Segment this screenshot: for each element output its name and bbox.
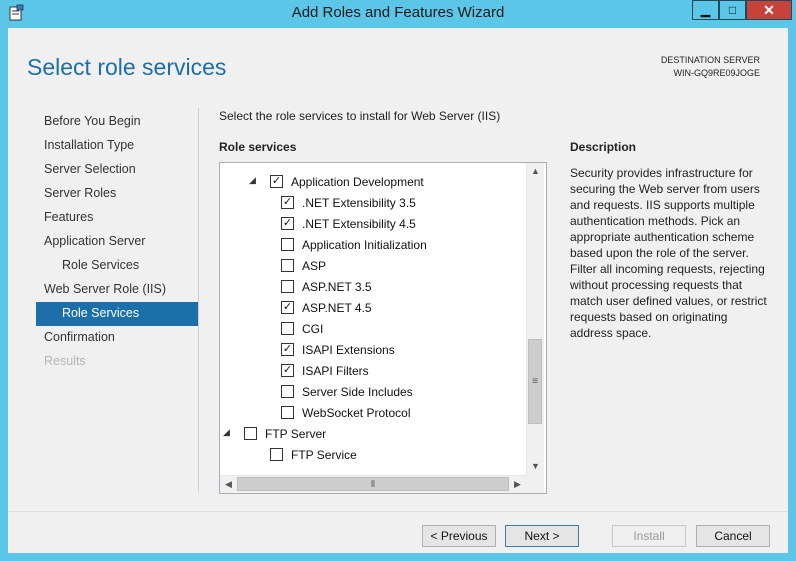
tree-item-checkbox[interactable] [244, 427, 257, 440]
nav-item-web-role-services[interactable]: Role Services [36, 302, 198, 326]
tree-item-checkbox[interactable]: ✓ [281, 217, 294, 230]
destination-server-name: WIN-GQ9RE09JOGE [673, 68, 760, 78]
destination-server-info: DESTINATION SERVER WIN-GQ9RE09JOGE [661, 54, 760, 80]
tree-item[interactable]: ◢ ✓ Application Development [249, 171, 424, 192]
tree-item-label: CGI [302, 321, 324, 336]
scroll-corner [526, 475, 544, 493]
tree-item-checkbox[interactable]: ✓ [281, 196, 294, 209]
tree-item[interactable]: Application Initialization [281, 234, 427, 255]
tree-item-label: Application Initialization [302, 237, 427, 252]
tree-item[interactable]: ✓ ISAPI Filters [281, 360, 369, 381]
previous-button[interactable]: < Previous [422, 525, 496, 547]
nav-item-installation-type[interactable]: Installation Type [36, 134, 198, 158]
install-button: Install [612, 525, 686, 547]
tree-item-label: ISAPI Filters [302, 363, 369, 378]
tree-item-checkbox[interactable]: ✓ [281, 343, 294, 356]
scroll-right-icon[interactable]: ▶ [509, 476, 526, 493]
tree-item-label: ASP.NET 3.5 [302, 279, 372, 294]
nav-item-before-you-begin[interactable]: Before You Begin [36, 110, 198, 134]
vertical-scrollbar[interactable]: ▲ ≡ ▼ [526, 163, 544, 475]
tree-item-checkbox[interactable] [281, 238, 294, 251]
horizontal-scroll-thumb[interactable]: ⦀ [237, 477, 509, 491]
page-title: Select role services [27, 54, 227, 80]
nav-item-web-server-role[interactable]: Web Server Role (IIS) [36, 278, 198, 302]
tree-item-checkbox[interactable] [281, 259, 294, 272]
description-text: Security provides infrastructure for sec… [570, 166, 767, 340]
tree-item-checkbox[interactable] [281, 406, 294, 419]
tree-item-checkbox[interactable]: ✓ [281, 301, 294, 314]
tree-item-checkbox[interactable] [281, 385, 294, 398]
tree-item[interactable]: Server Side Includes [281, 381, 413, 402]
tree-item-label: .NET Extensibility 3.5 [302, 195, 416, 210]
close-button[interactable]: ✕ [746, 0, 792, 20]
minimize-button[interactable]: ▁ [692, 0, 719, 20]
nav-item-features[interactable]: Features [36, 206, 198, 230]
tree-item[interactable]: ◢ FTP Server [223, 423, 327, 444]
role-services-tree[interactable]: FTP Service ◢ FTP Server WebSocket Protocol… [219, 162, 547, 494]
tree-item[interactable]: ✓ .NET Extensibility 3.5 [281, 192, 416, 213]
title-bar: Add Roles and Features Wizard ▁ □ ✕ [0, 0, 796, 28]
next-button[interactable]: Next > [505, 525, 579, 547]
tree-item[interactable]: FTP Service [270, 444, 357, 465]
scroll-up-icon[interactable]: ▲ [527, 163, 544, 180]
tree-item-label: ISAPI Extensions [302, 342, 395, 357]
tree-item[interactable]: ✓ ISAPI Extensions [281, 339, 395, 360]
cancel-button[interactable]: Cancel [696, 525, 770, 547]
expand-collapse-icon[interactable]: ◢ [249, 175, 256, 186]
instruction-text: Select the role services to install for … [219, 109, 501, 123]
wizard-nav: Before You Begin Installation Type Serve… [36, 110, 198, 374]
nav-item-application-server[interactable]: Application Server [36, 230, 198, 254]
tree-item-label: WebSocket Protocol [302, 405, 411, 420]
tree-item[interactable]: WebSocket Protocol [281, 402, 411, 423]
tree-item-label: FTP Service [291, 447, 357, 462]
tree-item[interactable]: ✓ .NET Extensibility 4.5 [281, 213, 416, 234]
tree-item[interactable]: ✓ ASP.NET 4.5 [281, 297, 372, 318]
wizard-body: Select role services DESTINATION SERVER … [8, 28, 788, 553]
tree-item-label: FTP Server [265, 426, 327, 441]
nav-item-server-selection[interactable]: Server Selection [36, 158, 198, 182]
tree-item-checkbox[interactable] [281, 280, 294, 293]
tree-item-label: ASP.NET 4.5 [302, 300, 372, 315]
destination-label: DESTINATION SERVER [660, 55, 760, 65]
vertical-scroll-thumb[interactable]: ≡ [528, 339, 542, 424]
tree-item-label: Application Development [291, 174, 424, 189]
window-title: Add Roles and Features Wizard [291, 4, 505, 21]
scroll-down-icon[interactable]: ▼ [527, 458, 544, 475]
nav-item-confirmation[interactable]: Confirmation [36, 326, 198, 350]
expand-collapse-icon[interactable]: ◢ [223, 427, 230, 438]
horizontal-scrollbar[interactable]: ◀ ⦀ ▶ [220, 475, 526, 493]
nav-item-server-roles[interactable]: Server Roles [36, 182, 198, 206]
nav-divider [198, 108, 199, 493]
tree-item[interactable]: CGI [281, 318, 323, 339]
role-services-header: Role services [219, 140, 297, 154]
tree-item[interactable]: ASP [281, 255, 326, 276]
maximize-button[interactable]: □ [719, 0, 746, 20]
footer-divider [8, 511, 788, 512]
tree-item-checkbox[interactable] [270, 448, 283, 461]
tree-item-checkbox[interactable]: ✓ [270, 175, 283, 188]
scroll-left-icon[interactable]: ◀ [220, 476, 237, 493]
description-header: Description [570, 140, 637, 154]
tree-item-checkbox[interactable] [281, 322, 294, 335]
nav-item-results: Results [44, 354, 86, 368]
tree-item-checkbox[interactable]: ✓ [281, 364, 294, 377]
nav-item-app-server-role-services[interactable]: Role Services [36, 254, 198, 278]
tree-item[interactable]: ASP.NET 3.5 [281, 276, 372, 297]
tree-item-label: .NET Extensibility 4.5 [302, 216, 416, 231]
tree-item-label: Server Side Includes [302, 384, 413, 399]
tree-item-label: ASP [302, 258, 327, 273]
